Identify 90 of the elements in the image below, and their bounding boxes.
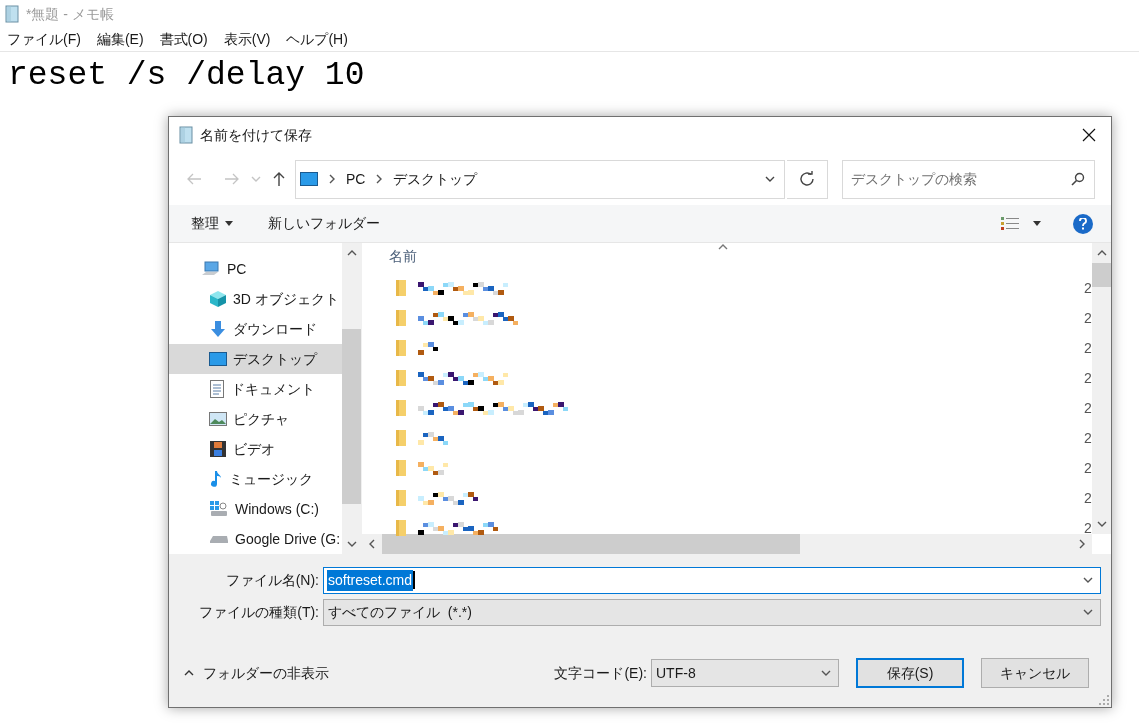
caret-icon bbox=[1033, 221, 1041, 226]
film-icon bbox=[209, 440, 227, 458]
table-cell-text: 2 bbox=[1084, 338, 1092, 358]
file-type-dropdown[interactable]: すべてのファイル (*.*) bbox=[323, 598, 1101, 626]
folder-icon bbox=[396, 430, 406, 446]
menu-item[interactable]: ファイル(F) bbox=[7, 29, 81, 50]
folder-icon bbox=[396, 340, 406, 356]
pixelated-name bbox=[418, 491, 478, 505]
drive-icon bbox=[209, 500, 229, 518]
table-cell-text: 2 bbox=[1084, 308, 1092, 328]
menu-item[interactable]: 書式(O) bbox=[159, 29, 208, 50]
horizontal-scrollbar[interactable] bbox=[362, 534, 1092, 554]
close-icon bbox=[1082, 128, 1096, 142]
table-cell-text: 2 bbox=[1084, 278, 1092, 298]
caret-icon bbox=[225, 221, 233, 226]
pixelated-name bbox=[418, 341, 438, 355]
editor-text: reset /s /delay 10 bbox=[8, 57, 365, 94]
new-folder-button[interactable]: 新しいフォルダー bbox=[268, 213, 380, 234]
document-icon bbox=[209, 380, 225, 398]
folder-icon bbox=[396, 280, 406, 296]
folder-icon bbox=[396, 490, 406, 506]
field-label: ファイルの種類(T): bbox=[198, 602, 320, 622]
scrollbar-thumb[interactable] bbox=[1092, 263, 1111, 287]
table-cell-text: 2 bbox=[1084, 428, 1092, 448]
sidebar-item[interactable]: PC bbox=[169, 254, 342, 284]
desktop-icon bbox=[209, 352, 227, 366]
column-header[interactable]: 名前 bbox=[389, 246, 1092, 267]
sidebar-item[interactable]: Windows (C:) bbox=[169, 494, 342, 524]
scrollbar-thumb[interactable] bbox=[342, 329, 361, 504]
file-name-value: softreset.cmd bbox=[327, 569, 414, 591]
drive-icon bbox=[209, 534, 229, 544]
desktop-icon bbox=[300, 172, 318, 186]
organize-button[interactable]: 整理 bbox=[191, 213, 233, 234]
file-name-field[interactable]: softreset.cmd bbox=[323, 566, 1101, 594]
hide-folders-button[interactable]: フォルダーの非表示 bbox=[183, 662, 329, 684]
save-button[interactable]: 保存(S) bbox=[856, 658, 964, 688]
folder-icon bbox=[396, 370, 406, 386]
folder-icon bbox=[396, 310, 406, 326]
sidebar-item[interactable]: デスクトップ bbox=[169, 344, 342, 374]
computer-icon bbox=[201, 261, 221, 277]
back-arrow-icon bbox=[186, 173, 202, 185]
pixelated-name bbox=[418, 431, 448, 445]
menu-item[interactable]: 編集(E) bbox=[96, 29, 144, 50]
resize-grip-icon bbox=[1099, 695, 1109, 705]
breadcrumb-item[interactable]: PC bbox=[346, 168, 366, 190]
sidebar-item[interactable]: ミュージック bbox=[169, 464, 342, 494]
field-label: ファイル名(N): bbox=[224, 570, 320, 590]
refresh-icon bbox=[799, 171, 815, 187]
cube-icon bbox=[209, 290, 227, 308]
table-cell-text: 2 bbox=[1084, 368, 1092, 388]
up-arrow-icon bbox=[273, 171, 285, 187]
folder-icon bbox=[396, 460, 406, 476]
sidebar-item[interactable]: Google Drive (G: bbox=[169, 524, 342, 554]
sidebar-item[interactable]: ドキュメント bbox=[169, 374, 342, 404]
dialog-title: 名前を付けて保存 bbox=[200, 125, 313, 145]
pixelated-name bbox=[418, 461, 448, 475]
menu-item[interactable]: ヘルプ(H) bbox=[286, 29, 348, 50]
folder-icon bbox=[396, 520, 406, 536]
refresh-button[interactable] bbox=[787, 159, 828, 199]
scrollbar[interactable] bbox=[342, 243, 361, 554]
folder-icon bbox=[396, 400, 406, 416]
search-icon bbox=[1071, 171, 1085, 186]
table-cell-text: 2 bbox=[1084, 398, 1092, 418]
details-view-icon bbox=[1001, 216, 1019, 231]
question-mark-icon bbox=[1079, 217, 1087, 230]
music-note-icon bbox=[209, 470, 223, 488]
field-label: 文字コード(E): bbox=[554, 663, 647, 683]
notepad-icon bbox=[178, 126, 194, 144]
table-cell-text: 2 bbox=[1084, 488, 1092, 508]
landscape-icon bbox=[209, 412, 227, 426]
scrollbar-thumb[interactable] bbox=[382, 534, 800, 554]
sidebar-item[interactable]: ダウンロード bbox=[169, 314, 342, 344]
notepad-icon bbox=[4, 5, 20, 23]
sidebar-item[interactable]: 3D オブジェクト bbox=[169, 284, 342, 314]
sidebar-item[interactable]: ピクチャ bbox=[169, 404, 342, 434]
menu-item[interactable]: 表示(V) bbox=[223, 29, 271, 50]
sidebar-item[interactable]: ビデオ bbox=[169, 434, 342, 464]
breadcrumb-item[interactable]: デスクトップ bbox=[393, 168, 478, 190]
table-cell-text: 2 bbox=[1084, 518, 1092, 538]
window-title: *無題 - メモ帳 bbox=[26, 4, 114, 24]
view-options-button[interactable] bbox=[1001, 216, 1041, 231]
help-button[interactable] bbox=[1073, 213, 1093, 234]
table-cell-text: 2 bbox=[1084, 458, 1092, 478]
scrollbar[interactable] bbox=[1092, 243, 1111, 534]
address-bar[interactable]: PC デスクトップ bbox=[295, 159, 785, 199]
encoding-dropdown[interactable]: UTF-8 bbox=[651, 659, 839, 687]
forward-arrow-icon bbox=[224, 173, 240, 185]
search-field[interactable]: デスクトップの検索 bbox=[842, 159, 1095, 199]
download-icon bbox=[209, 320, 227, 338]
cancel-button[interactable]: キャンセル bbox=[981, 658, 1089, 688]
